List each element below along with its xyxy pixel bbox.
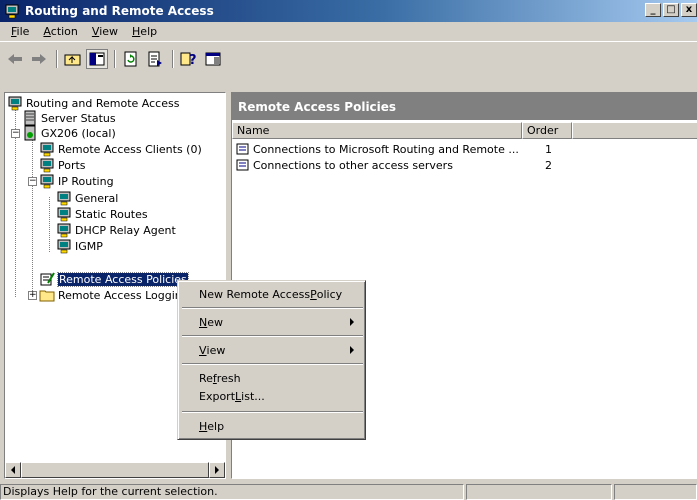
menu-separator (182, 411, 363, 413)
tree-line (32, 137, 33, 299)
expand-collapse-toggle[interactable]: + (28, 291, 37, 300)
computer-icon (57, 191, 71, 206)
menu-item-export-list[interactable]: Export List... (181, 386, 364, 406)
expand-collapse-toggle[interactable]: − (28, 177, 37, 186)
up-folder-icon[interactable] (62, 49, 84, 69)
status-bar: Displays Help for the current selection. (0, 484, 697, 500)
back-arrow-icon[interactable] (4, 49, 26, 69)
server-icon (24, 125, 36, 141)
export-list-icon[interactable] (144, 49, 166, 69)
status-text: Displays Help for the current selection. (0, 484, 464, 500)
computer-icon (57, 239, 71, 254)
tree-item-server-status[interactable]: Server Status (22, 110, 116, 126)
tree-item-root[interactable]: Routing and Remote Access (7, 95, 179, 111)
menu-separator (182, 363, 363, 365)
tree-item-server[interactable]: GX206 (local) (22, 125, 116, 141)
policy-scroll-icon (236, 159, 249, 171)
scroll-right-button[interactable] (209, 462, 225, 478)
menu-action[interactable]: Action (36, 25, 84, 38)
tree-item-ports[interactable]: Ports (39, 157, 86, 173)
list-item[interactable]: Connections to other access servers 2 (232, 157, 697, 173)
details-pane-title: Remote Access Policies (232, 93, 697, 120)
list-item[interactable]: Connections to Microsoft Routing and Rem… (232, 141, 697, 157)
toolbar-separator (114, 50, 116, 68)
triangle-left-icon (11, 466, 15, 474)
tree-item-general[interactable]: General (56, 190, 118, 206)
help-icon[interactable]: ? (178, 49, 200, 69)
forward-arrow-icon[interactable] (28, 49, 50, 69)
minimize-button[interactable]: _ (645, 3, 661, 17)
expand-collapse-toggle[interactable]: − (11, 129, 20, 138)
menu-item-new-remote-access-policy[interactable]: New Remote Access Policy (181, 284, 364, 304)
tree-item-ip-routing[interactable]: IP Routing (39, 173, 114, 189)
menu-item-help[interactable]: Help (181, 416, 364, 436)
svg-text:?: ? (189, 53, 197, 67)
menu-separator (182, 307, 363, 309)
menu-view[interactable]: View (85, 25, 125, 38)
context-menu: New Remote Access Policy New View Re f res… (177, 280, 366, 440)
tree-item-igmp[interactable]: IGMP (56, 238, 103, 254)
status-panel (466, 484, 612, 500)
triangle-right-icon (215, 466, 219, 474)
folder-icon (39, 290, 55, 302)
tree-line (49, 197, 50, 252)
menu-file[interactable]: File (4, 25, 36, 38)
properties-pane-icon[interactable] (202, 49, 224, 69)
menu-item-view[interactable]: View (181, 340, 364, 360)
tree-item-static-routes[interactable]: Static Routes (56, 206, 148, 222)
show-hide-console-tree-icon[interactable] (86, 49, 108, 69)
computer-icon (57, 207, 71, 222)
routing-app-icon (5, 4, 19, 19)
server-status-icon (24, 110, 36, 126)
close-button[interactable]: x (681, 3, 697, 17)
window-title: Routing and Remote Access (25, 4, 214, 18)
scroll-thumb[interactable] (21, 462, 209, 478)
refresh-icon[interactable] (120, 49, 142, 69)
column-header-name[interactable]: Name (232, 122, 522, 139)
submenu-arrow-icon (350, 318, 354, 326)
tree-horizontal-scrollbar[interactable] (5, 462, 225, 478)
routing-server-icon (8, 96, 22, 111)
menu-bar: File Action View Help (0, 22, 697, 42)
menu-help[interactable]: Help (125, 25, 164, 38)
toolbar-separator (172, 50, 174, 68)
tree-item-dhcp-relay-agent[interactable]: DHCP Relay Agent (56, 222, 176, 238)
column-header-order[interactable]: Order (522, 122, 572, 139)
menu-separator (182, 335, 363, 337)
policy-scroll-icon (236, 143, 249, 155)
submenu-arrow-icon (350, 346, 354, 354)
computer-icon (40, 158, 54, 173)
menu-item-refresh[interactable]: Re f resh (181, 368, 364, 388)
computer-icon (57, 223, 71, 238)
computer-icon (40, 142, 54, 157)
tree-item-remote-access-clients[interactable]: Remote Access Clients (0) (39, 141, 202, 157)
toolbar-separator (56, 50, 58, 68)
status-panel (614, 484, 697, 500)
restore-button[interactable]: □ (663, 3, 679, 17)
title-bar[interactable]: Routing and Remote Access _ □ x (0, 0, 697, 22)
computer-icon (40, 174, 54, 189)
menu-item-new[interactable]: New (181, 312, 364, 332)
column-header-blank[interactable] (572, 122, 697, 139)
toolbar: ? (4, 44, 226, 74)
scroll-left-button[interactable] (5, 462, 21, 478)
policy-icon (40, 272, 55, 286)
